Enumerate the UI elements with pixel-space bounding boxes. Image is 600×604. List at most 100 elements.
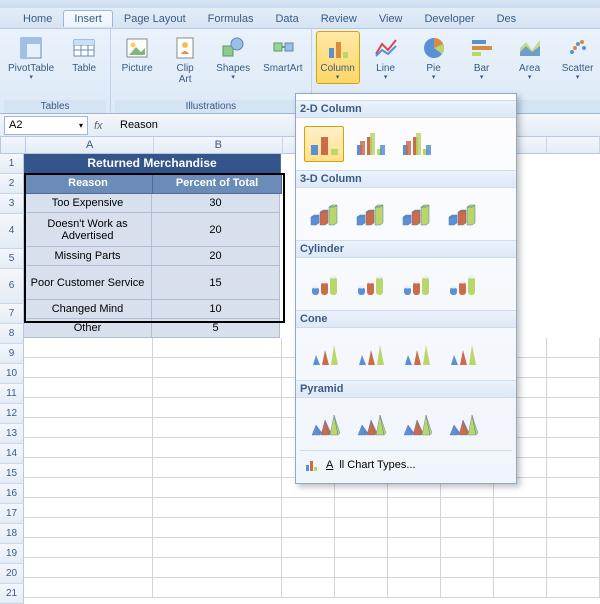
row-header[interactable]: 13 bbox=[0, 424, 24, 444]
table-header[interactable]: Reason bbox=[24, 174, 153, 194]
empty-cell[interactable] bbox=[24, 338, 153, 358]
empty-cell[interactable] bbox=[153, 498, 282, 518]
pivottable-button[interactable]: PivotTable▾ bbox=[4, 31, 58, 84]
table-cell[interactable]: 5 bbox=[152, 319, 280, 338]
empty-cell[interactable] bbox=[153, 578, 282, 598]
row-header[interactable]: 17 bbox=[0, 504, 24, 524]
fx-icon[interactable]: fx bbox=[94, 118, 108, 132]
empty-cell[interactable] bbox=[153, 478, 282, 498]
col-header-A[interactable]: A bbox=[26, 137, 155, 154]
empty-cell[interactable] bbox=[441, 558, 494, 578]
table-cell[interactable]: Too Expensive bbox=[24, 194, 152, 213]
select-all-corner[interactable] bbox=[0, 137, 26, 154]
chart-option[interactable] bbox=[442, 266, 482, 302]
all-chart-types-link[interactable]: All Chart Types... bbox=[300, 450, 512, 479]
row-header[interactable]: 8 bbox=[0, 324, 24, 344]
empty-cell[interactable] bbox=[24, 458, 153, 478]
empty-cell[interactable] bbox=[282, 578, 335, 598]
row-header[interactable]: 19 bbox=[0, 544, 24, 564]
col-header-B[interactable]: B bbox=[154, 137, 283, 154]
shapes-button[interactable]: Shapes▾ bbox=[211, 31, 255, 84]
empty-cell[interactable] bbox=[24, 398, 153, 418]
empty-cell[interactable] bbox=[335, 558, 388, 578]
empty-cell[interactable] bbox=[282, 518, 335, 538]
tab-view[interactable]: View bbox=[368, 10, 414, 27]
empty-cell[interactable] bbox=[153, 378, 282, 398]
clipart-button[interactable]: Clip Art bbox=[163, 31, 207, 88]
chart-option[interactable] bbox=[396, 266, 436, 302]
tab-des[interactable]: Des bbox=[486, 10, 528, 27]
table-cell[interactable]: 20 bbox=[152, 247, 280, 266]
col-header[interactable] bbox=[547, 137, 600, 154]
empty-cell[interactable] bbox=[388, 578, 441, 598]
empty-cell[interactable] bbox=[547, 458, 600, 478]
table-cell[interactable]: Missing Parts bbox=[24, 247, 152, 266]
tab-review[interactable]: Review bbox=[310, 10, 368, 27]
chart-option[interactable] bbox=[350, 126, 390, 162]
chart-option[interactable] bbox=[304, 126, 344, 162]
chart-option[interactable] bbox=[396, 336, 436, 372]
empty-cell[interactable] bbox=[153, 458, 282, 478]
row-header[interactable]: 15 bbox=[0, 464, 24, 484]
empty-cell[interactable] bbox=[24, 538, 153, 558]
chart-option[interactable] bbox=[350, 336, 390, 372]
empty-cell[interactable] bbox=[153, 338, 282, 358]
empty-cell[interactable] bbox=[494, 518, 547, 538]
tab-home[interactable]: Home bbox=[12, 10, 63, 27]
empty-cell[interactable] bbox=[153, 518, 282, 538]
chart-option[interactable] bbox=[396, 126, 436, 162]
chart-option[interactable] bbox=[442, 336, 482, 372]
area-button[interactable]: Area▾ bbox=[508, 31, 552, 84]
empty-cell[interactable] bbox=[153, 538, 282, 558]
empty-cell[interactable] bbox=[388, 538, 441, 558]
row-header[interactable]: 12 bbox=[0, 404, 24, 424]
tab-insert[interactable]: Insert bbox=[63, 10, 113, 27]
empty-cell[interactable] bbox=[282, 538, 335, 558]
empty-cell[interactable] bbox=[24, 358, 153, 378]
chart-option[interactable] bbox=[442, 406, 482, 442]
empty-cell[interactable] bbox=[335, 498, 388, 518]
row-header[interactable]: 1 bbox=[0, 154, 24, 174]
bar-button[interactable]: Bar▾ bbox=[460, 31, 504, 84]
row-header[interactable]: 5 bbox=[0, 249, 24, 269]
table-cell[interactable]: Doesn't Work as Advertised bbox=[24, 213, 152, 247]
row-header[interactable]: 4 bbox=[0, 214, 24, 249]
empty-cell[interactable] bbox=[547, 558, 600, 578]
empty-cell[interactable] bbox=[335, 578, 388, 598]
empty-cell[interactable] bbox=[441, 518, 494, 538]
empty-cell[interactable] bbox=[282, 498, 335, 518]
empty-cell[interactable] bbox=[282, 558, 335, 578]
empty-cell[interactable] bbox=[547, 498, 600, 518]
empty-cell[interactable] bbox=[547, 518, 600, 538]
empty-cell[interactable] bbox=[547, 478, 600, 498]
chart-option[interactable] bbox=[396, 406, 436, 442]
table-cell[interactable]: 30 bbox=[152, 194, 280, 213]
empty-cell[interactable] bbox=[547, 398, 600, 418]
empty-cell[interactable] bbox=[441, 498, 494, 518]
row-header[interactable]: 20 bbox=[0, 564, 24, 584]
empty-cell[interactable] bbox=[441, 578, 494, 598]
empty-cell[interactable] bbox=[388, 558, 441, 578]
pie-button[interactable]: Pie▾ bbox=[412, 31, 456, 84]
name-box[interactable]: A2 ▾ bbox=[4, 116, 88, 135]
empty-cell[interactable] bbox=[153, 358, 282, 378]
row-header[interactable]: 9 bbox=[0, 344, 24, 364]
empty-cell[interactable] bbox=[153, 558, 282, 578]
empty-cell[interactable] bbox=[494, 578, 547, 598]
empty-cell[interactable] bbox=[24, 418, 153, 438]
empty-cell[interactable] bbox=[547, 418, 600, 438]
empty-cell[interactable] bbox=[494, 558, 547, 578]
table-cell[interactable]: 15 bbox=[152, 266, 280, 300]
table-cell[interactable]: Other bbox=[24, 319, 152, 338]
tab-page-layout[interactable]: Page Layout bbox=[113, 10, 197, 27]
chart-option[interactable] bbox=[350, 196, 390, 232]
chart-option[interactable] bbox=[442, 196, 482, 232]
empty-cell[interactable] bbox=[24, 478, 153, 498]
empty-cell[interactable] bbox=[335, 518, 388, 538]
line-button[interactable]: Line▾ bbox=[364, 31, 408, 84]
empty-cell[interactable] bbox=[24, 558, 153, 578]
table-header[interactable]: Percent of Total bbox=[153, 174, 282, 194]
chart-option[interactable] bbox=[304, 336, 344, 372]
empty-cell[interactable] bbox=[547, 358, 600, 378]
empty-cell[interactable] bbox=[153, 438, 282, 458]
